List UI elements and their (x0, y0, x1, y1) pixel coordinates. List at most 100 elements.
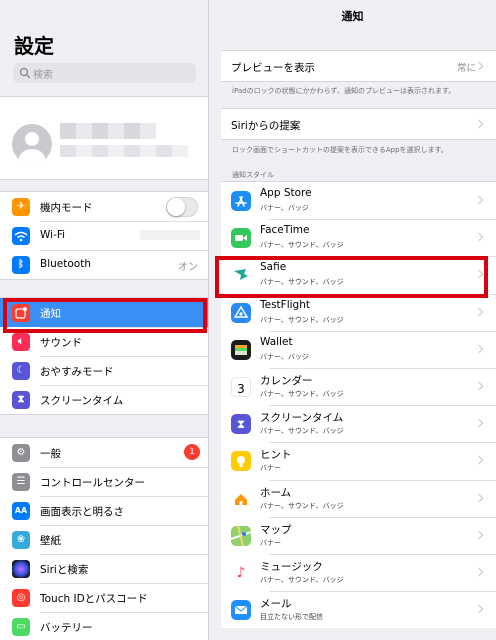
app-alert-style: バナー、サウンド、バッジ (260, 389, 344, 398)
apple-id-profile[interactable] (0, 96, 208, 180)
settings-sidebar: 設定 検索 ✈ 機内モード Wi-Fi ᛒ Bluetooth オン 通知 🔈︎… (0, 0, 209, 640)
sidebar-item-wallpaper[interactable]: ❀ 壁紙 (0, 525, 208, 554)
safie-highlight (215, 256, 488, 298)
app-row-mail[interactable]: メール 目立たない形で配信 (221, 591, 496, 628)
sidebar-item-display[interactable]: AA 画面表示と明るさ (0, 496, 208, 525)
switches-icon: ☰ (12, 473, 30, 491)
wallpaper-icon: ❀ (12, 531, 30, 549)
sidebar-item-control-center[interactable]: ☰ コントロールセンター (0, 467, 208, 496)
moon-icon: ☾ (12, 362, 30, 380)
app-name: カレンダー (260, 374, 313, 387)
sidebar-item-touch-id[interactable]: ◎ Touch IDとパスコード (0, 583, 208, 612)
app-alert-style: バナー、サウンド、バッジ (260, 315, 344, 324)
maps-icon (230, 525, 252, 546)
update-badge: 1 (184, 444, 200, 460)
gear-icon: ⚙ (12, 444, 30, 462)
airplane-mode-toggle[interactable] (166, 197, 198, 217)
sidebar-item-label: バッテリー (40, 622, 93, 634)
app-row-wallet[interactable]: Wallet バナー、バッジ (221, 330, 496, 368)
app-alert-style: バナー、バッジ (260, 352, 309, 361)
app-name: TestFlight (260, 298, 310, 311)
wallet-icon (231, 339, 251, 360)
app-row-app-store[interactable]: App Store バナー、バッジ (221, 182, 496, 219)
app-alert-style: バナー (260, 464, 281, 473)
calendar-icon: 3 (231, 376, 251, 397)
tips-icon (231, 451, 251, 472)
facetime-icon (231, 228, 251, 249)
sidebar-item-screen-time[interactable]: ⧗ スクリーンタイム (0, 385, 208, 414)
bluetooth-status: オン (178, 262, 198, 273)
chevron-right-icon (474, 232, 484, 242)
profile-name-redacted (60, 123, 156, 139)
app-alert-style: 目立たない形で配信 (260, 613, 323, 622)
chevron-right-icon (474, 418, 484, 428)
app-name: App Store (260, 187, 312, 199)
app-row-tips[interactable]: ヒント バナー (221, 442, 496, 479)
notification-style-header: 通知スタイル (232, 171, 274, 179)
display-icon: AA (12, 502, 30, 520)
sidebar-item-label: Siriと検索 (40, 564, 89, 576)
sidebar-item-label: Bluetooth (40, 258, 91, 270)
sidebar-item-bluetooth[interactable]: ᛒ Bluetooth オン (0, 250, 208, 279)
sidebar-item-do-not-disturb[interactable]: ☾ おやすみモード (0, 356, 208, 385)
sidebar-item-label: サウンド (40, 337, 82, 349)
app-alert-style: バナー、サウンド、バッジ (260, 575, 344, 584)
chevron-right-icon (474, 530, 484, 539)
app-row-home[interactable]: ホーム バナー、サウンド、バッジ (221, 479, 496, 517)
sidebar-item-siri-search[interactable]: Siriと検索 (0, 554, 208, 583)
app-row-screen-time[interactable]: ⧗ スクリーンタイム バナー、サウンド、バッジ (221, 405, 496, 442)
app-row-maps[interactable]: マップ バナー (221, 516, 496, 554)
chevron-right-icon (474, 119, 484, 129)
chevron-right-icon (474, 381, 484, 391)
chevron-right-icon (474, 61, 484, 71)
notifications-highlight (3, 298, 207, 333)
app-name: FaceTime (260, 224, 310, 237)
sidebar-item-battery[interactable]: ▭ バッテリー (0, 612, 208, 640)
app-name: メール (260, 598, 292, 611)
search-icon (19, 67, 31, 79)
chevron-right-icon (474, 493, 484, 502)
siri-suggestions-label: Siriからの提案 (231, 120, 301, 132)
show-previews-row[interactable]: プレビューを表示 常に (221, 50, 496, 82)
sidebar-item-wifi[interactable]: Wi-Fi (0, 221, 208, 250)
search-input[interactable]: 検索 (13, 63, 196, 83)
sidebar-item-label: Wi-Fi (40, 229, 66, 241)
wifi-icon (12, 227, 30, 245)
app-row-testflight[interactable]: TestFlight バナー、サウンド、バッジ (221, 293, 496, 331)
app-row-facetime[interactable]: FaceTime バナー、サウンド、バッジ (221, 219, 496, 256)
connectivity-group: ✈ 機内モード Wi-Fi ᛒ Bluetooth オン (0, 191, 208, 280)
chevron-right-icon (474, 195, 484, 205)
app-row-calendar[interactable]: 3 カレンダー バナー、サウンド、バッジ (221, 367, 496, 405)
mail-icon (231, 600, 251, 621)
preview-footer-note: iPadのロックの状態にかかわらず、通知のプレビューは表示されます。 (232, 87, 456, 95)
app-alert-style: バナー、バッジ (260, 204, 309, 212)
chevron-right-icon (474, 567, 484, 577)
sidebar-item-label: 機内モード (40, 202, 93, 214)
app-name: ヒント (260, 449, 292, 462)
sidebar-item-label: 壁紙 (40, 535, 61, 547)
app-row-music[interactable]: ♪ ミュージック バナー、サウンド、バッジ (221, 553, 496, 591)
bluetooth-icon: ᛒ (12, 256, 30, 274)
hourglass-icon: ⧗ (231, 414, 251, 435)
chevron-right-icon (474, 604, 484, 614)
siri-suggestions-row[interactable]: Siriからの提案 (221, 108, 496, 140)
app-notification-list: App Store バナー、バッジ FaceTime バナー、サウンド、バッジ … (221, 181, 496, 629)
sidebar-item-airplane-mode[interactable]: ✈ 機内モード (0, 192, 208, 221)
app-name: マップ (260, 523, 292, 536)
sidebar-item-label: コントロールセンター (40, 477, 145, 489)
airplane-icon: ✈ (12, 198, 30, 216)
app-name: Wallet (260, 335, 293, 348)
app-alert-style: バナー、サウンド、バッジ (260, 501, 344, 510)
general-group: ⚙ 一般 1 ☰ コントロールセンター AA 画面表示と明るさ ❀ 壁紙 Sir… (0, 437, 208, 640)
show-previews-value: 常に (456, 63, 476, 74)
sidebar-item-label: 画面表示と明るさ (40, 506, 124, 518)
show-previews-label: プレビューを表示 (231, 62, 315, 74)
app-store-icon (231, 191, 251, 211)
sidebar-item-label: おやすみモード (40, 366, 114, 378)
siri-footer-note: ロック画面でショートカットの提案を表示できるAppを選択します。 (232, 146, 448, 154)
siri-icon (12, 560, 30, 578)
sound-icon: 🔈︎ (12, 333, 30, 351)
sidebar-item-label: Touch IDとパスコード (40, 593, 148, 605)
sidebar-item-general[interactable]: ⚙ 一般 1 (0, 438, 208, 467)
app-alert-style: バナー (260, 538, 281, 547)
